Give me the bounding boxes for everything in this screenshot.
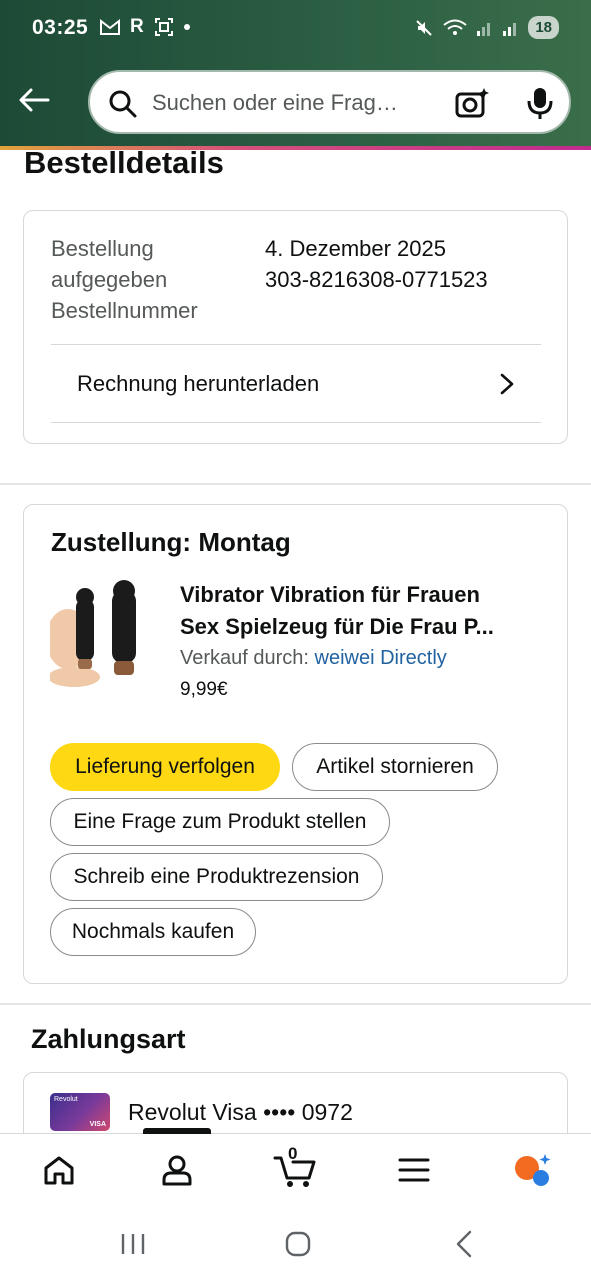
back-system-button[interactable]	[444, 1229, 484, 1259]
credit-card-icon: Revolut VISA	[50, 1093, 110, 1131]
signal-icon	[477, 22, 491, 36]
section-divider	[0, 1003, 591, 1005]
delivery-status-title: Zustellung: Montag	[51, 527, 291, 557]
status-system-icons: 18	[414, 16, 559, 39]
card-brand-label: Revolut	[54, 1096, 78, 1103]
order-values: 4. Dezember 2025 303-8216308-0771523	[265, 233, 488, 295]
active-tab-indicator	[143, 1128, 211, 1134]
search-input[interactable]	[152, 86, 432, 120]
product-image[interactable]	[50, 579, 144, 687]
system-navigation-bar	[0, 1209, 591, 1280]
notification-r-icon: R	[130, 16, 144, 37]
product-title-line2: Sex Spielzeug für Die Frau P...	[180, 614, 494, 639]
chevron-right-icon	[500, 373, 514, 395]
order-number-label: Bestellnummer	[51, 298, 198, 323]
mute-icon	[416, 19, 433, 36]
app-header: 03:25 R 18	[0, 0, 591, 146]
search-bar[interactable]	[88, 70, 571, 134]
nav-rufus[interactable]	[507, 1148, 557, 1192]
nav-account[interactable]	[152, 1148, 202, 1192]
cancel-item-button[interactable]: Artikel stornieren	[292, 743, 498, 791]
wifi-icon	[443, 19, 467, 35]
home-icon	[44, 1156, 74, 1185]
search-icon	[109, 90, 137, 118]
product-price: 9,99€	[180, 679, 228, 700]
track-package-button[interactable]: Lieferung verfolgen	[50, 743, 280, 791]
nav-cart[interactable]: 0	[270, 1144, 320, 1192]
seller-info: Verkauf durch: weiwei Directly	[180, 647, 447, 670]
screenshot-icon	[154, 18, 173, 36]
divider	[51, 422, 541, 423]
rufus-assistant-icon	[515, 1154, 551, 1186]
home-system-button[interactable]	[278, 1229, 318, 1259]
page-title: Bestelldetails	[24, 145, 224, 180]
order-date-label: Bestellung	[51, 236, 154, 261]
ask-product-question-button[interactable]: Eine Frage zum Produkt stellen	[50, 798, 390, 846]
chevron-left-icon	[456, 1230, 472, 1258]
signal-icon-2	[503, 22, 517, 36]
battery-level: 18	[528, 16, 559, 39]
cart-count: 0	[288, 1144, 298, 1163]
recent-apps-icon	[121, 1234, 145, 1254]
account-icon	[162, 1155, 192, 1186]
status-notification-icons: R	[100, 16, 190, 38]
payment-section-title: Zahlungsart	[31, 1024, 186, 1054]
download-invoice-label: Rechnung herunterladen	[77, 371, 320, 396]
dot-icon	[183, 24, 190, 30]
home-circle-icon	[285, 1231, 311, 1257]
write-review-button[interactable]: Schreib eine Produktrezension	[50, 853, 383, 901]
back-button[interactable]	[16, 84, 52, 116]
recent-apps-button[interactable]	[113, 1229, 153, 1259]
order-date-label-2: aufgegeben	[51, 267, 168, 292]
arrow-left-icon	[19, 88, 50, 112]
section-divider	[0, 483, 591, 485]
menu-icon	[398, 1158, 430, 1182]
order-number-value: 303-8216308-0771523	[265, 267, 488, 292]
microphone-icon[interactable]	[526, 86, 554, 120]
order-date-value: 4. Dezember 2025	[265, 236, 446, 261]
product-title[interactable]: Vibrator Vibration für Frauen Sex Spielz…	[180, 579, 550, 643]
buy-again-button[interactable]: Nochmals kaufen	[50, 908, 256, 956]
seller-link[interactable]: weiwei Directly	[315, 647, 447, 669]
nav-menu[interactable]	[389, 1148, 439, 1192]
payment-method-text: Revolut Visa •••• 0972	[128, 1099, 353, 1125]
product-title-line1: Vibrator Vibration für Frauen	[180, 582, 480, 607]
order-info-card: Bestellung aufgegeben Bestellnummer 4. D…	[23, 210, 568, 444]
camera-search-icon[interactable]	[454, 86, 490, 120]
nav-home[interactable]	[34, 1148, 84, 1192]
order-labels: Bestellung aufgegeben Bestellnummer	[51, 233, 198, 326]
card-network-label: VISA	[89, 1121, 106, 1128]
bottom-navigation: 0	[0, 1128, 591, 1209]
seller-prefix: Verkauf durch:	[180, 647, 315, 669]
status-time: 03:25	[32, 16, 89, 39]
download-invoice-row[interactable]: Rechnung herunterladen	[51, 345, 541, 423]
gmail-icon	[100, 19, 120, 35]
status-bar: 03:25 R 18	[0, 0, 591, 58]
delivery-card: Zustellung: Montag Vibrator Vibration fü…	[23, 504, 568, 984]
